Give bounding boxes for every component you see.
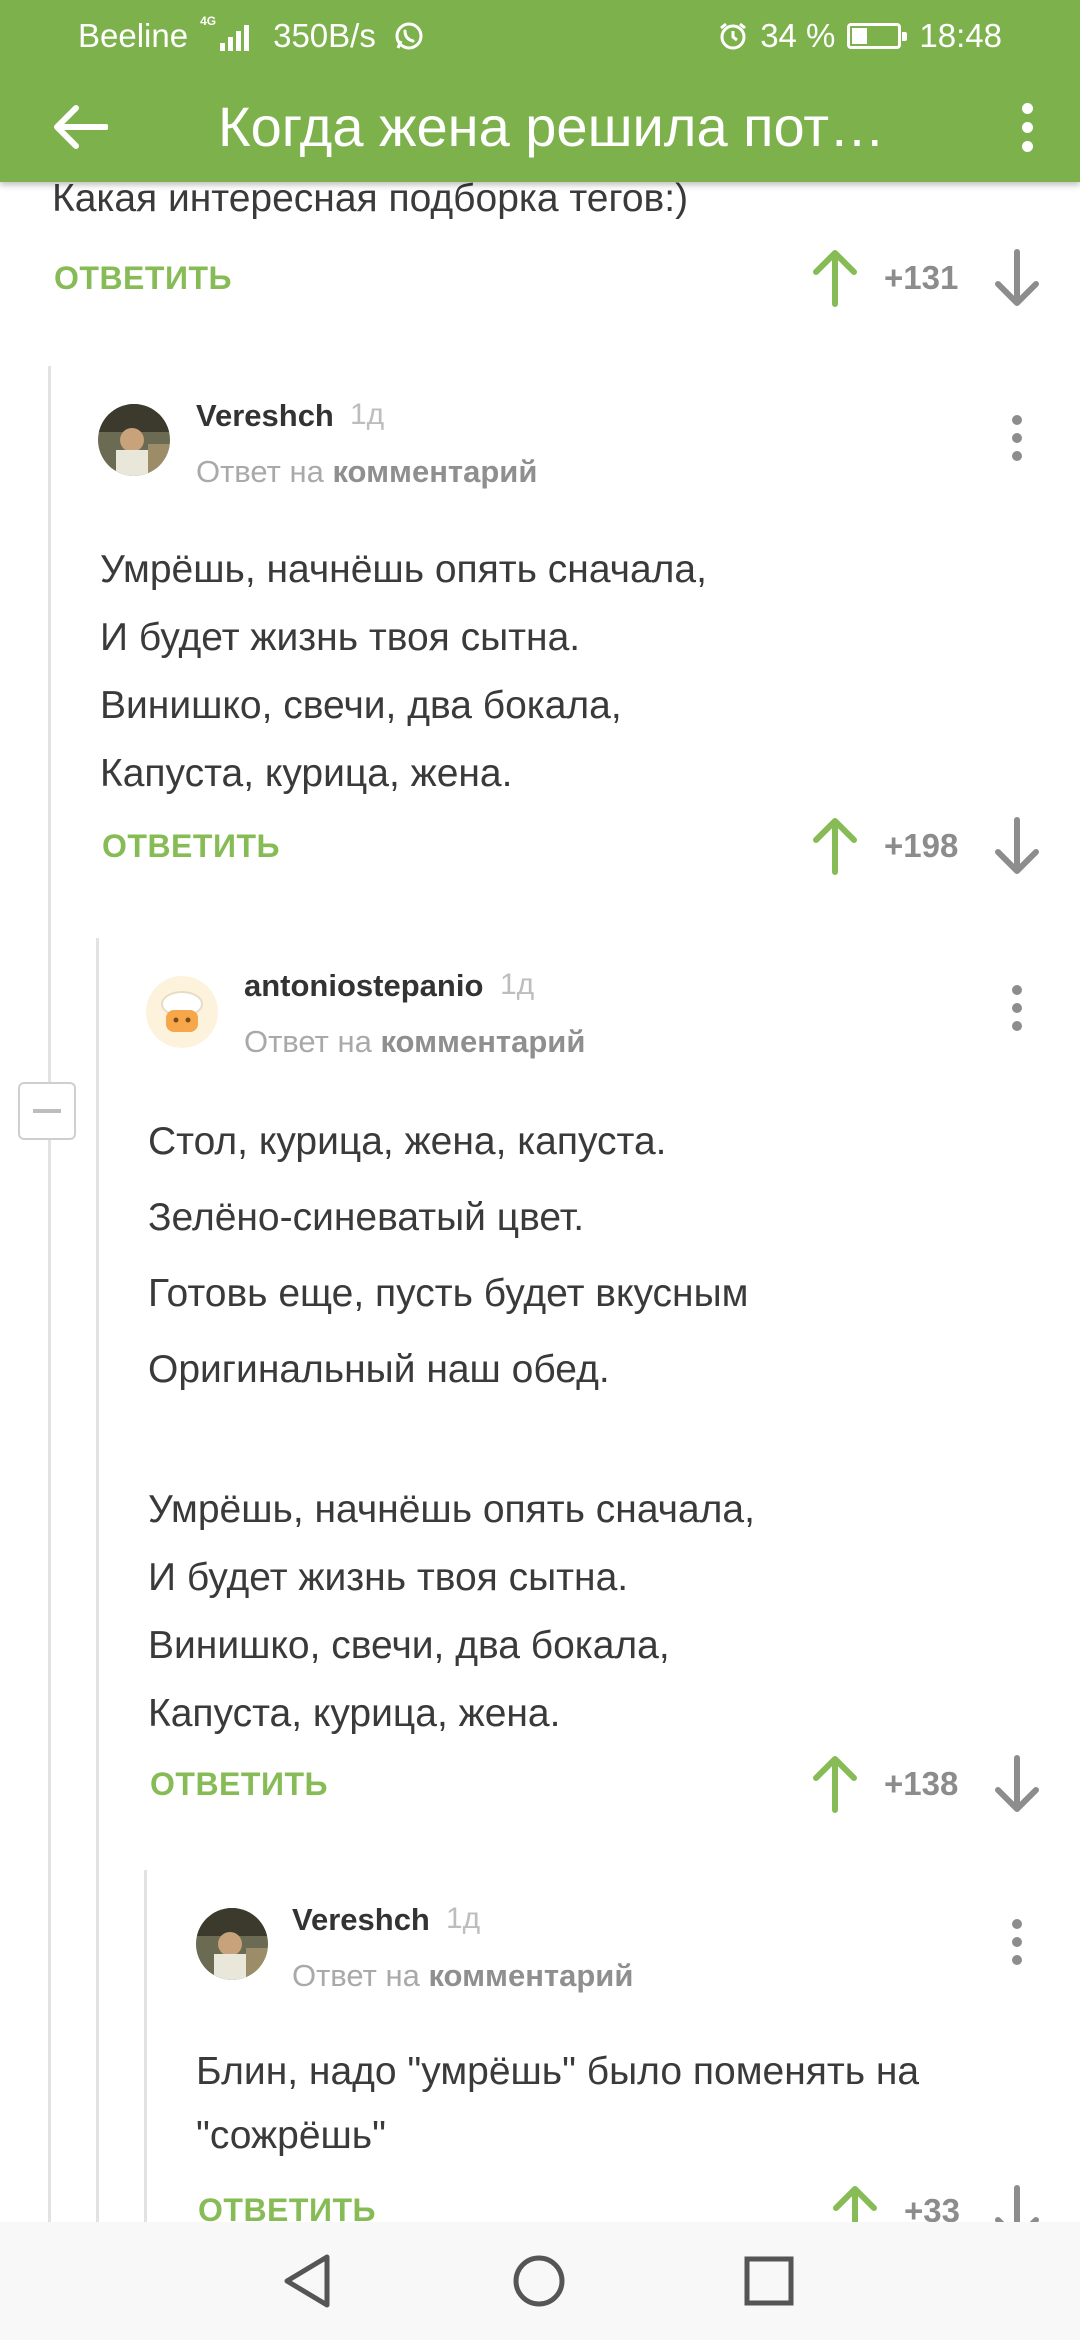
collapse-thread-button[interactable] bbox=[18, 1082, 76, 1140]
nav-recents-button[interactable] bbox=[736, 2248, 802, 2314]
nav-home-icon bbox=[513, 2255, 565, 2307]
comment-line: "сожрёшь" bbox=[196, 2114, 386, 2157]
comment-line: Стол, курица, жена, капуста. bbox=[148, 1120, 667, 1163]
clock: 18:48 bbox=[919, 17, 1002, 54]
avatar[interactable] bbox=[98, 404, 170, 476]
avatar[interactable] bbox=[146, 976, 218, 1048]
downvote-button[interactable] bbox=[992, 2184, 1042, 2222]
signal-icon: 4G bbox=[200, 15, 250, 51]
reply-button[interactable]: ОТВЕТИТЬ bbox=[150, 1766, 328, 1803]
overflow-menu-button[interactable] bbox=[1002, 97, 1052, 157]
upvote-button[interactable] bbox=[810, 1754, 860, 1814]
nav-back-button[interactable] bbox=[274, 2248, 340, 2314]
comment-line: Оригинальный наш обед. bbox=[148, 1348, 610, 1391]
top-bar: Beeline 4G 350B/s 34 % 18:48 Когда жена … bbox=[0, 0, 1080, 182]
avatar[interactable] bbox=[196, 1908, 268, 1980]
upvote-button[interactable] bbox=[830, 2184, 880, 2222]
nav-back-icon bbox=[284, 2254, 330, 2308]
network-speed: 350B/s bbox=[273, 17, 376, 54]
reply-to-link[interactable]: комментарий bbox=[428, 1958, 633, 1993]
nav-recents-icon bbox=[744, 2256, 794, 2306]
comment-time: 1д bbox=[500, 968, 535, 1001]
system-nav-bar bbox=[0, 2222, 1080, 2340]
username[interactable]: Vereshch bbox=[292, 1902, 430, 1938]
comment-line: Умрёшь, начнёшь опять сначала, bbox=[100, 548, 707, 591]
reply-button[interactable]: ОТВЕТИТЬ bbox=[198, 2192, 376, 2222]
app-bar: Когда жена решила пот… bbox=[0, 72, 1080, 182]
comment-body: Умрёшь, начнёшь опять сначала, И будет ж… bbox=[148, 1476, 1048, 1748]
reply-button[interactable]: ОТВЕТИТЬ bbox=[54, 260, 232, 297]
status-bar: Beeline 4G 350B/s 34 % 18:48 bbox=[0, 0, 1080, 72]
comment-line: Винишко, свечи, два бокала, bbox=[148, 1624, 670, 1667]
downvote-button[interactable] bbox=[992, 248, 1042, 308]
reply-to-label: Ответ на комментарий bbox=[244, 1024, 586, 1059]
reply-to-link[interactable]: комментарий bbox=[380, 1024, 585, 1059]
comment-body: Умрёшь, начнёшь опять сначала, И будет ж… bbox=[100, 536, 1020, 808]
username[interactable]: Vereshch bbox=[196, 398, 334, 434]
comment-menu-button[interactable] bbox=[1002, 408, 1032, 468]
comment-line: Капуста, курица, жена. bbox=[148, 1692, 561, 1735]
comment-score: +33 bbox=[904, 2192, 960, 2222]
comment-text: Какая интересная подборка тегов:) bbox=[52, 182, 689, 220]
downvote-button[interactable] bbox=[992, 1754, 1042, 1814]
comment-menu-button[interactable] bbox=[1002, 1912, 1032, 1972]
username[interactable]: antoniostepanio bbox=[244, 968, 483, 1004]
upvote-button[interactable] bbox=[810, 248, 860, 308]
reply-to-link[interactable]: комментарий bbox=[332, 454, 537, 489]
thread-line[interactable] bbox=[48, 366, 51, 2222]
comment-time: 1д bbox=[350, 398, 385, 431]
comment-line: Зелёно-синеватый цвет. bbox=[148, 1196, 585, 1239]
page-title: Когда жена решила пот… bbox=[218, 95, 886, 158]
reply-button[interactable]: ОТВЕТИТЬ bbox=[102, 828, 280, 865]
reply-to-label: Ответ на комментарий bbox=[196, 454, 538, 489]
comment-score: +138 bbox=[884, 1765, 959, 1802]
comments-list: Какая интересная подборка тегов:) ОТВЕТИ… bbox=[0, 182, 1080, 2222]
comment-line: Готовь еще, пусть будет вкусным bbox=[148, 1272, 749, 1315]
comment-line: Винишко, свечи, два бокала, bbox=[100, 684, 622, 727]
comment-line: И будет жизнь твоя сытна. bbox=[148, 1556, 629, 1599]
alarm-icon bbox=[718, 21, 748, 51]
thread-line[interactable] bbox=[144, 1870, 147, 2222]
comment-time: 1д bbox=[446, 1902, 481, 1935]
comment-line: И будет жизнь твоя сытна. bbox=[100, 616, 581, 659]
comment-line: Умрёшь, начнёшь опять сначала, bbox=[148, 1488, 755, 1531]
back-arrow-icon bbox=[54, 105, 108, 149]
battery-icon bbox=[847, 23, 908, 49]
comment-line: Блин, надо "умрёшь" было поменять на bbox=[196, 2050, 920, 2093]
thread-line[interactable] bbox=[96, 938, 99, 2222]
comment-body: Стол, курица, жена, капуста. Зелёно-сине… bbox=[148, 1104, 1048, 1408]
downvote-button[interactable] bbox=[992, 816, 1042, 876]
comment-line: Капуста, курица, жена. bbox=[100, 752, 513, 795]
reply-to-label: Ответ на комментарий bbox=[292, 1958, 634, 1993]
comment-score: +131 bbox=[884, 259, 959, 296]
comment-body: Блин, надо "умрёшь" было поменять на "со… bbox=[196, 2040, 1046, 2168]
comment-score: +198 bbox=[884, 827, 959, 864]
comment-menu-button[interactable] bbox=[1002, 978, 1032, 1038]
carrier-name: Beeline bbox=[78, 17, 189, 54]
whatsapp-icon bbox=[394, 21, 424, 51]
upvote-button[interactable] bbox=[810, 816, 860, 876]
battery-percent: 34 % bbox=[760, 17, 836, 54]
nav-home-button[interactable] bbox=[506, 2248, 572, 2314]
back-button[interactable] bbox=[48, 95, 112, 159]
